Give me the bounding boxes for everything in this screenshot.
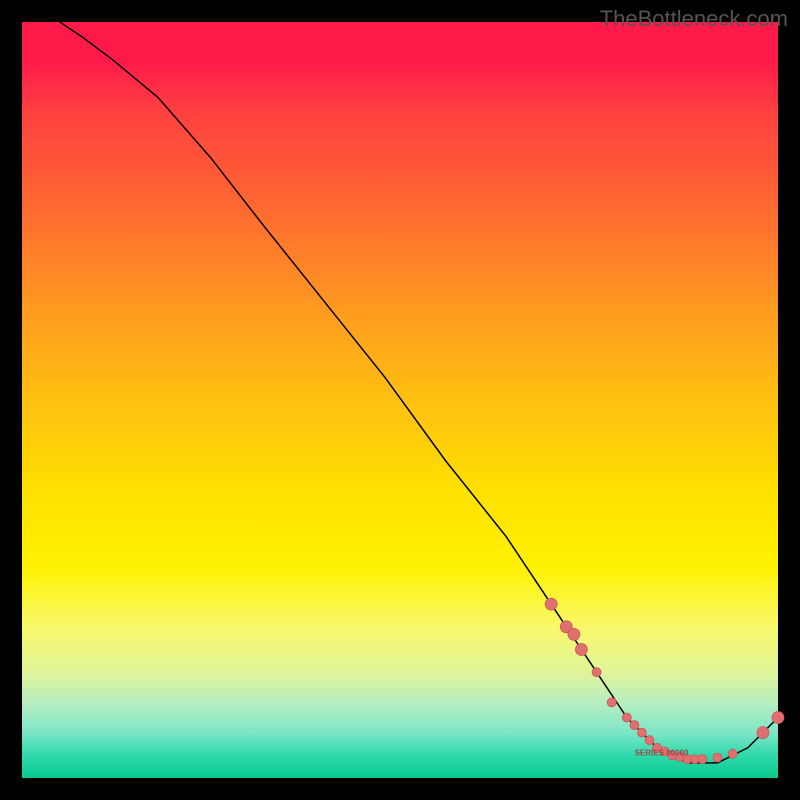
chart-svg: SERIES 00000 (22, 22, 778, 778)
highlight-dot (713, 753, 722, 762)
highlight-dot (637, 728, 646, 737)
highlight-dot (645, 736, 654, 745)
bottleneck-curve (60, 22, 778, 763)
highlight-dot (630, 721, 639, 730)
highlight-dot (575, 644, 587, 656)
highlight-dots-group (545, 598, 784, 764)
highlight-dot (772, 712, 784, 724)
highlight-dot (545, 598, 557, 610)
highlight-dot (568, 628, 580, 640)
chart-background: SERIES 00000 (22, 22, 778, 778)
highlight-dot (757, 727, 769, 739)
highlight-dot (622, 713, 631, 722)
highlight-dot (607, 698, 616, 707)
series-annotation: SERIES 00000 (635, 748, 689, 757)
watermark-text: TheBottleneck.com (600, 6, 788, 32)
highlight-dot (592, 668, 601, 677)
highlight-dot (698, 755, 707, 764)
highlight-dot (728, 749, 737, 758)
